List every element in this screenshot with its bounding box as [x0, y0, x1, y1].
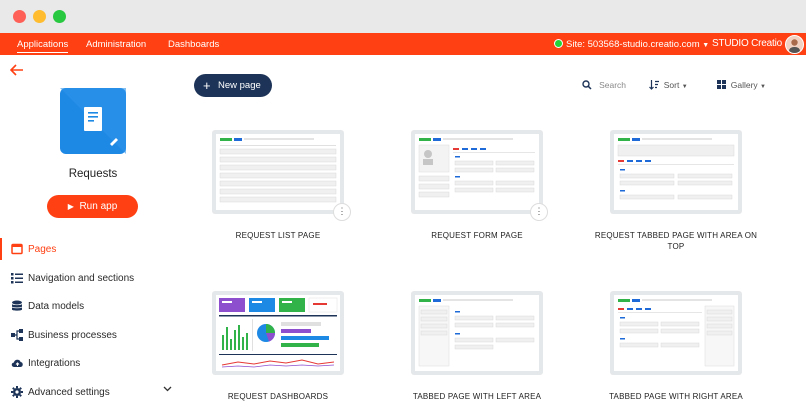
sidebar-item-advanced-settings[interactable]: Advanced settings: [0, 378, 186, 407]
sidebar-item-business-processes[interactable]: Business processes: [0, 321, 186, 350]
chevron-down-icon: ▼: [702, 42, 710, 49]
page-thumbnail: [212, 291, 344, 375]
chevron-down-icon[interactable]: [163, 386, 172, 392]
main-content: + New page Search Sort ▼ Gallery ▼ ⋮ REQ…: [186, 55, 806, 408]
page-thumbnail: [411, 130, 543, 214]
plus-icon: +: [203, 78, 211, 93]
sidebar-item-integrations[interactable]: Integrations: [0, 349, 186, 378]
sidebar-item-pages[interactable]: Pages: [0, 235, 186, 264]
card-title: REQUEST LIST PAGE: [235, 231, 321, 240]
view-dropdown[interactable]: Gallery ▼: [717, 80, 766, 90]
sidebar-item-label: Integrations: [28, 358, 81, 369]
tab-applications[interactable]: Applications: [17, 39, 69, 53]
process-icon: [11, 328, 23, 341]
top-navigation-bar: Applications Administration Dashboards S…: [0, 33, 806, 55]
cloud-icon: [11, 357, 23, 369]
site-selector[interactable]: Site: 503568-studio.creatio.com ▼: [554, 39, 709, 50]
minimize-window-button[interactable]: [33, 10, 46, 23]
app-icon[interactable]: [60, 88, 126, 154]
sort-label: Sort: [663, 80, 680, 90]
tab-administration[interactable]: Administration: [86, 39, 146, 50]
card-title: REQUEST TABBED PAGE WITH AREA ON TOP: [594, 231, 758, 251]
studio-logo: STUDIO Creatio: [712, 38, 782, 49]
page-thumbnail: [610, 291, 742, 375]
close-window-button[interactable]: [13, 10, 26, 23]
search-control[interactable]: Search: [582, 80, 626, 90]
page-thumbnail: [610, 130, 742, 214]
new-page-label: New page: [218, 80, 261, 91]
page-thumbnail: [411, 291, 543, 375]
sort-icon: [649, 80, 659, 90]
run-app-label: Run app: [79, 201, 118, 212]
card-title: TABBED PAGE WITH RIGHT AREA: [609, 392, 743, 401]
grid-icon: [717, 80, 726, 89]
page-icon: [11, 243, 23, 255]
database-icon: [11, 300, 23, 312]
caret-down-icon: ▼: [760, 84, 766, 90]
more-options-icon[interactable]: ⋮: [333, 203, 351, 221]
page-thumbnail: [212, 130, 344, 214]
avatar[interactable]: [785, 35, 804, 54]
maximize-window-button[interactable]: [53, 10, 66, 23]
sidebar-item-label: Advanced settings: [28, 386, 110, 398]
sidebar-item-label: Navigation and sections: [28, 272, 135, 284]
view-label: Gallery: [730, 80, 758, 90]
list-icon: [11, 272, 23, 284]
sidebar-item-data-models[interactable]: Data models: [0, 292, 186, 321]
app-window: Applications Administration Dashboards S…: [0, 0, 806, 408]
sort-dropdown[interactable]: Sort ▼: [649, 80, 688, 90]
tab-dashboards[interactable]: Dashboards: [168, 39, 219, 50]
site-label: Site: 503568-studio.creatio.com: [566, 39, 700, 50]
sidebar-item-label: Data models: [28, 301, 85, 312]
app-title: Requests: [68, 168, 118, 180]
site-status-dot: [554, 39, 563, 48]
back-arrow-icon[interactable]: [10, 64, 24, 76]
sidebar-menu: Pages Navigation and sections Data model…: [0, 235, 186, 406]
play-icon: ▶: [67, 202, 74, 211]
sidebar-item-label: Business processes: [28, 329, 117, 341]
sidebar-item-label: Pages: [28, 244, 57, 255]
caret-down-icon: ▼: [681, 84, 688, 90]
card-title: REQUEST DASHBOARDS: [227, 392, 329, 401]
sidebar: Requests ▶ Run app Pages Navigation and …: [0, 55, 186, 408]
window-titlebar: [0, 0, 806, 33]
search-icon: [582, 80, 592, 90]
card-title: REQUEST FORM PAGE: [431, 231, 523, 240]
search-placeholder: Search: [599, 80, 627, 90]
card-title: TABBED PAGE WITH LEFT AREA: [412, 392, 542, 401]
run-app-button[interactable]: ▶ Run app: [47, 195, 138, 218]
gear-icon: [11, 385, 23, 398]
new-page-button[interactable]: + New page: [194, 74, 272, 97]
more-options-icon[interactable]: ⋮: [530, 203, 548, 221]
sidebar-item-navigation[interactable]: Navigation and sections: [0, 264, 186, 293]
